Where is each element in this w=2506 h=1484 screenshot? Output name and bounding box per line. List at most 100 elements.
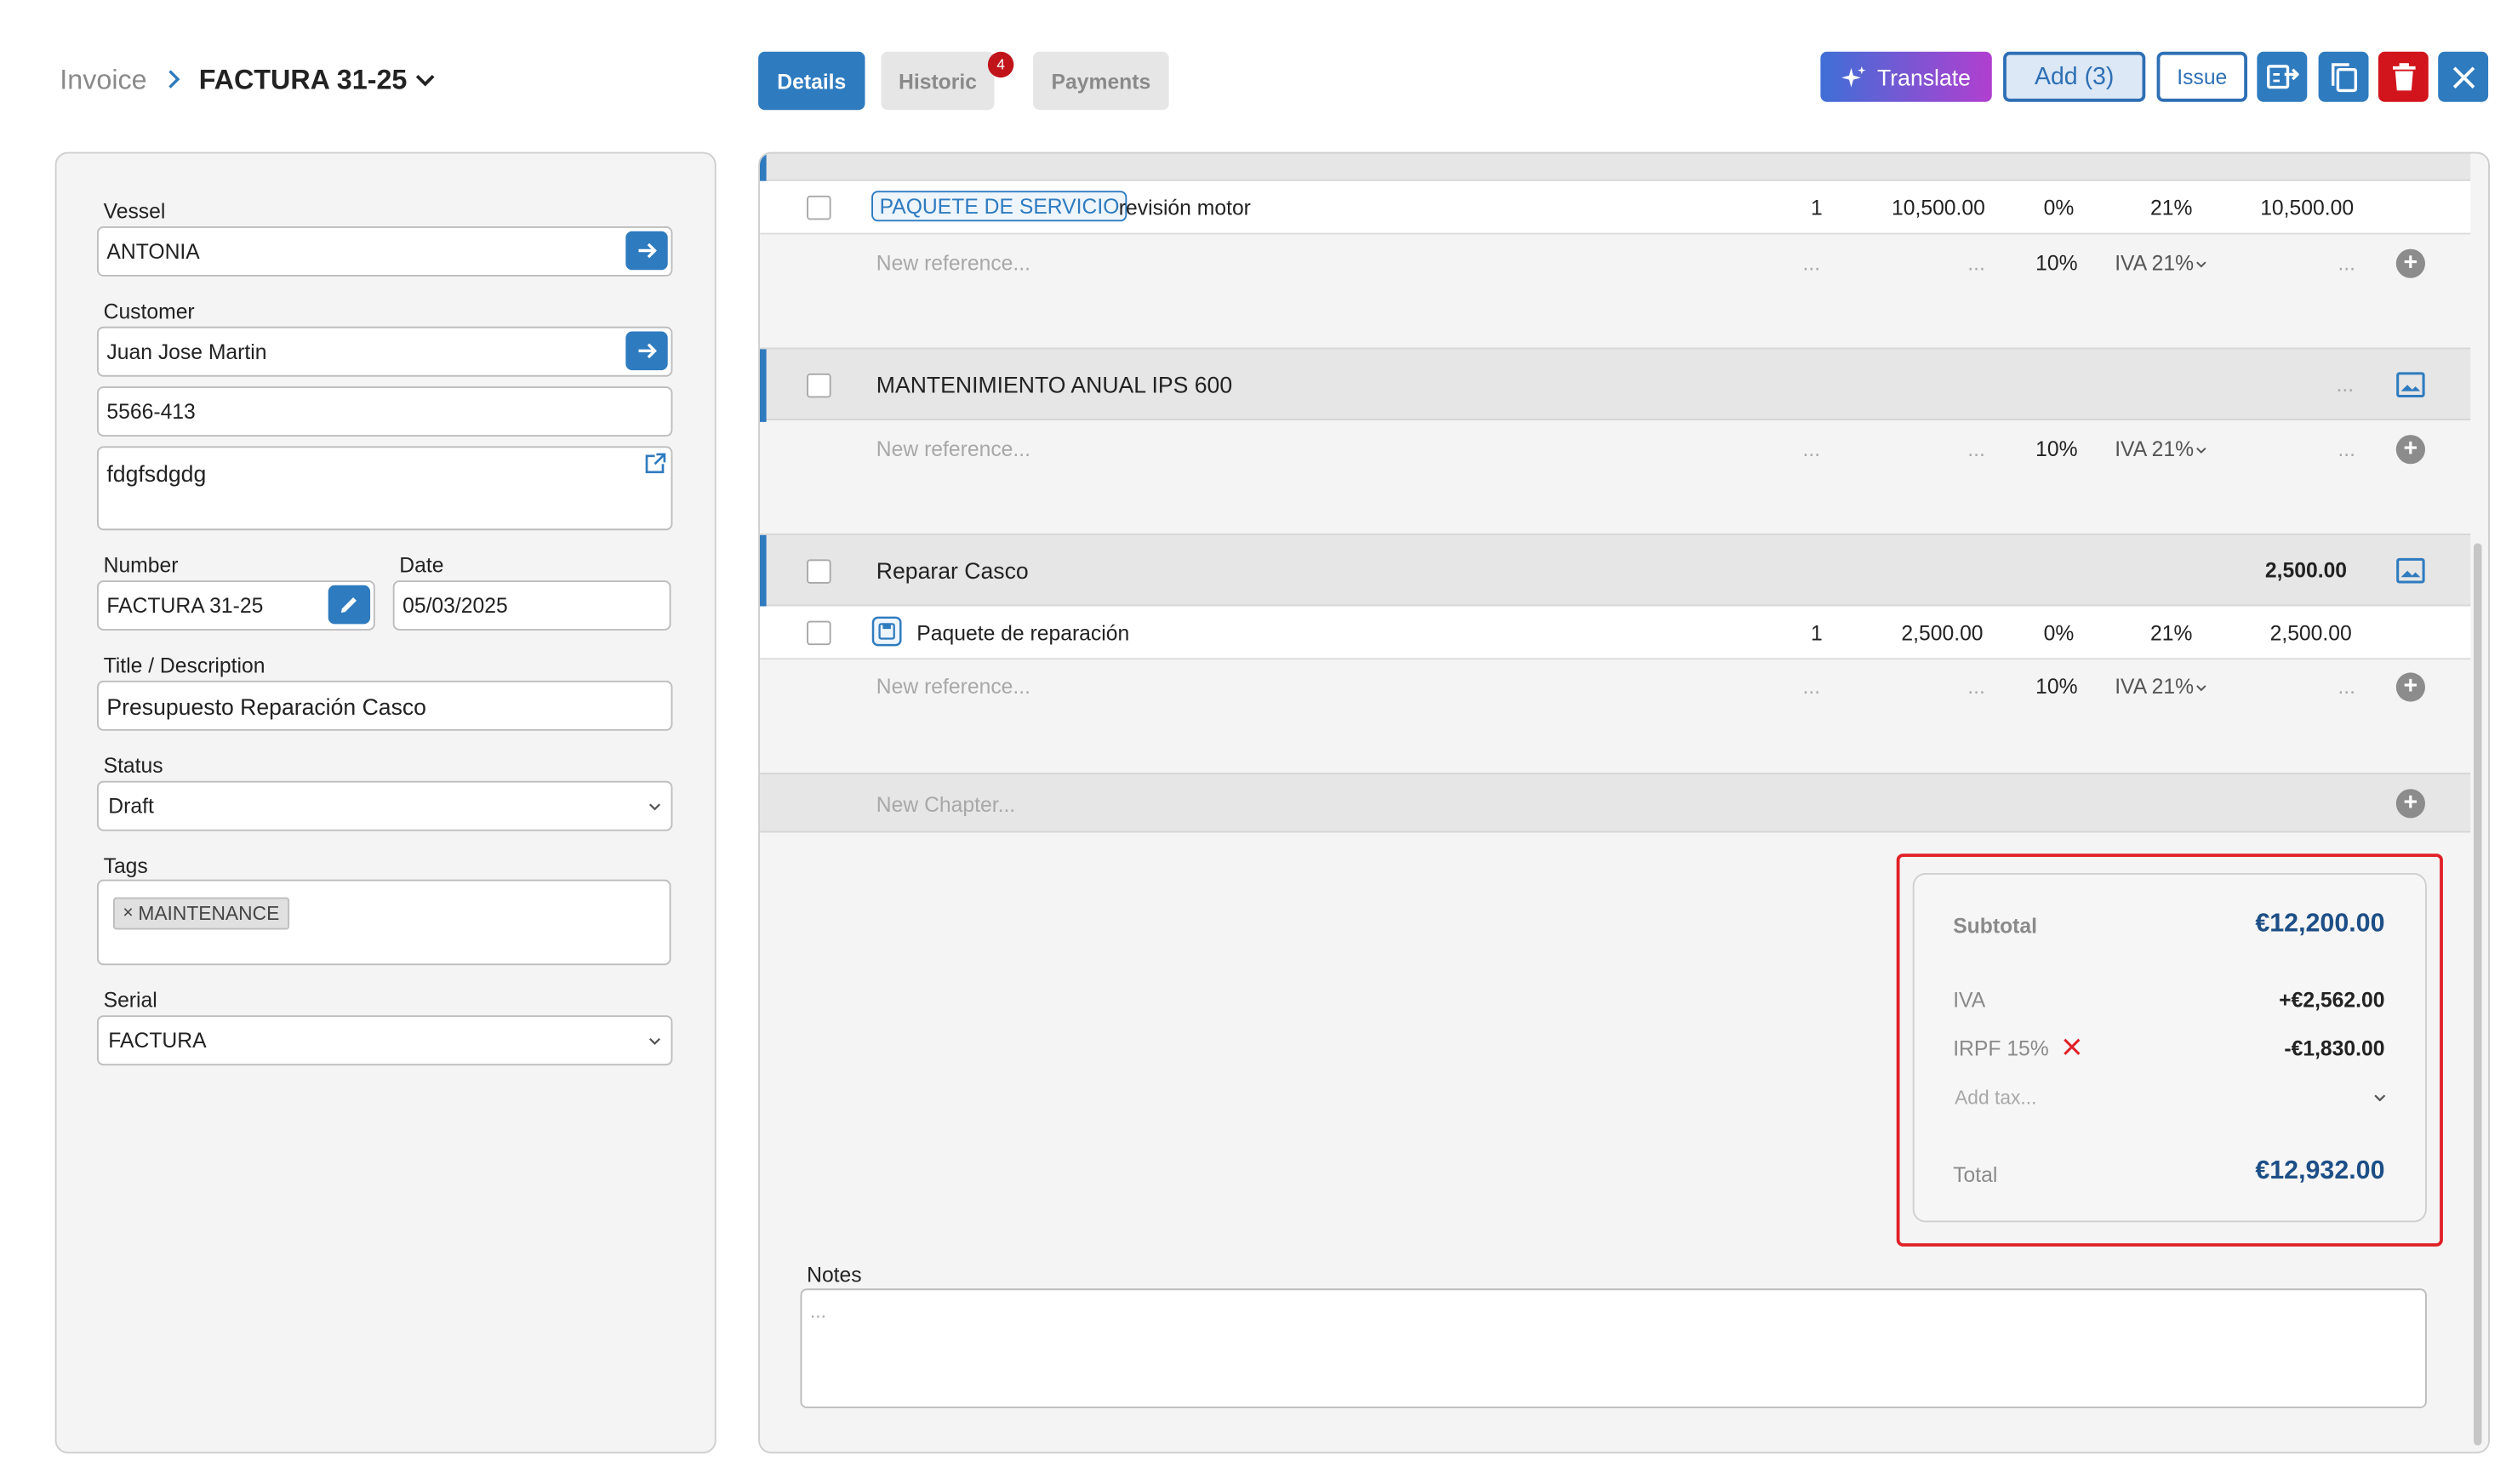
page-title: FACTURA 31-25 xyxy=(198,65,408,96)
new-chapter-row[interactable]: New Chapter... + xyxy=(760,773,2471,833)
line-price[interactable]: 2,500.00 xyxy=(1901,621,1983,646)
row-checkbox[interactable] xyxy=(807,620,831,646)
arrow-right-icon xyxy=(638,343,657,359)
subtotal-label: Subtotal xyxy=(1953,913,2037,939)
tab-historic[interactable]: Historic xyxy=(881,51,995,111)
chapter-checkbox[interactable] xyxy=(807,559,831,584)
image-icon[interactable] xyxy=(2396,372,2425,398)
issue-button[interactable]: Issue xyxy=(2156,51,2247,102)
new-reference-row[interactable]: New reference... ... ... 10% IVA 21% ...… xyxy=(760,422,2470,476)
line-tax[interactable]: 21% xyxy=(2150,196,2192,220)
chapter-checkbox[interactable] xyxy=(807,373,831,398)
line-description[interactable]: Paquete de reparación xyxy=(916,621,1129,646)
chevron-down-icon[interactable] xyxy=(413,68,438,94)
customer-notes-field[interactable]: fdgfsdgdg xyxy=(97,446,673,531)
tax-select[interactable]: IVA 21% xyxy=(2115,251,2194,276)
price-placeholder[interactable]: ... xyxy=(1967,437,1985,461)
line-discount[interactable]: 0% xyxy=(2044,621,2075,646)
add-line-button[interactable]: + xyxy=(2395,672,2425,702)
product-pill[interactable]: PAQUETE DE SERVICIO xyxy=(871,191,1127,222)
default-discount[interactable]: 10% xyxy=(2035,251,2077,276)
trash-icon xyxy=(2392,62,2415,90)
chevron-down-icon xyxy=(2196,261,2206,268)
scrollbar[interactable] xyxy=(2474,543,2482,1446)
table-row[interactable]: Paquete de reparación 1 2,500.00 0% 21% … xyxy=(760,606,2471,660)
breadcrumb-root[interactable]: Invoice xyxy=(60,65,146,97)
new-reference-row[interactable]: New reference... ... ... 10% IVA 21% ...… xyxy=(760,236,2470,289)
convert-button[interactable] xyxy=(2257,51,2308,102)
tag-remove-icon[interactable]: × xyxy=(123,904,133,923)
add-tax-select[interactable]: Add tax... xyxy=(1955,1087,2036,1110)
open-external-icon[interactable] xyxy=(645,453,666,474)
add-line-button[interactable]: + xyxy=(2395,435,2425,465)
image-icon[interactable] xyxy=(2396,557,2425,584)
price-placeholder[interactable]: ... xyxy=(1967,251,1985,276)
remove-tax-icon[interactable] xyxy=(2063,1038,2081,1056)
title-field[interactable]: Presupuesto Reparación Casco xyxy=(97,680,673,731)
new-reference-input[interactable]: New reference... xyxy=(876,251,1030,276)
save-icon[interactable] xyxy=(871,616,902,647)
tax-select[interactable]: IVA 21% xyxy=(2115,674,2194,699)
notes-textarea[interactable]: ... xyxy=(800,1288,2427,1408)
tab-details[interactable]: Details xyxy=(758,51,865,111)
default-discount[interactable]: 10% xyxy=(2035,674,2077,699)
subtotal-value: €12,200.00 xyxy=(2255,910,2385,938)
chevron-down-icon xyxy=(648,803,661,811)
qty-placeholder[interactable]: ... xyxy=(1803,437,1821,461)
iva-value: +€2,562.00 xyxy=(2279,987,2385,1013)
date-label: Date xyxy=(399,552,444,578)
chapter-row[interactable]: MANTENIMIENTO ANUAL IPS 600 ... xyxy=(760,347,2471,422)
row-checkbox[interactable] xyxy=(807,195,831,220)
table-row[interactable]: PAQUETE DE SERVICIO revisión motor 1 10,… xyxy=(760,180,2471,235)
duplicate-button[interactable] xyxy=(2318,51,2369,102)
line-price[interactable]: 10,500.00 xyxy=(1892,196,1985,220)
line-tax[interactable]: 21% xyxy=(2150,621,2192,646)
line-discount[interactable]: 0% xyxy=(2044,196,2075,220)
date-field[interactable]: 05/03/2025 xyxy=(392,580,671,631)
chapter-row[interactable]: Reparar Casco 2,500.00 xyxy=(760,534,2471,608)
line-description[interactable]: revisión motor xyxy=(1119,196,1251,220)
price-placeholder[interactable]: ... xyxy=(1967,674,1985,699)
add-chapter-button[interactable]: + xyxy=(2395,789,2425,819)
vessel-field[interactable]: ANTONIA xyxy=(97,226,673,277)
notes-label: Notes xyxy=(807,1262,862,1287)
chapter-title[interactable]: Reparar Casco xyxy=(876,558,1029,584)
customer-code-field[interactable]: 5566-413 xyxy=(97,386,673,437)
translate-label: Translate xyxy=(1877,64,1971,90)
default-discount[interactable]: 10% xyxy=(2035,437,2077,461)
translate-button[interactable]: Translate xyxy=(1820,51,1992,102)
number-label: Number xyxy=(103,552,179,578)
close-button[interactable] xyxy=(2438,51,2489,102)
customer-notes-value: fdgfsdgdg xyxy=(106,460,207,487)
delete-button[interactable] xyxy=(2378,51,2429,102)
pencil-icon xyxy=(340,597,357,614)
total-value: €12,932.00 xyxy=(2255,1157,2385,1185)
line-quantity[interactable]: 1 xyxy=(1811,621,1823,646)
line-total: 2,500.00 xyxy=(2269,620,2352,646)
chapter-title[interactable]: MANTENIMIENTO ANUAL IPS 600 xyxy=(876,372,1232,397)
line-quantity[interactable]: 1 xyxy=(1811,196,1823,220)
add-button[interactable]: Add (3) xyxy=(2003,51,2146,102)
open-vessel-button[interactable] xyxy=(625,231,668,271)
total-placeholder: ... xyxy=(2338,437,2356,461)
add-line-button[interactable]: + xyxy=(2395,248,2425,278)
new-reference-input[interactable]: New reference... xyxy=(876,437,1030,461)
customer-value: Juan Jose Martin xyxy=(106,340,267,364)
qty-placeholder[interactable]: ... xyxy=(1803,674,1821,699)
new-reference-row[interactable]: New reference... ... ... 10% IVA 21% ...… xyxy=(760,659,2470,713)
total-label: Total xyxy=(1953,1162,1998,1187)
new-chapter-input[interactable]: New Chapter... xyxy=(876,792,1015,817)
chevron-down-icon xyxy=(648,1037,661,1046)
tax-select[interactable]: IVA 21% xyxy=(2115,437,2194,461)
edit-number-button[interactable] xyxy=(328,585,371,625)
tab-payments[interactable]: Payments xyxy=(1033,51,1169,111)
status-select[interactable]: Draft xyxy=(97,780,673,831)
chevron-down-icon xyxy=(2196,685,2206,692)
serial-select[interactable]: FACTURA xyxy=(97,1015,673,1066)
qty-placeholder[interactable]: ... xyxy=(1803,251,1821,276)
new-reference-input[interactable]: New reference... xyxy=(876,674,1030,699)
chevron-down-icon[interactable] xyxy=(2373,1092,2386,1104)
iva-label: IVA xyxy=(1953,987,1986,1013)
customer-field[interactable]: Juan Jose Martin xyxy=(97,326,673,377)
open-customer-button[interactable] xyxy=(625,331,668,371)
